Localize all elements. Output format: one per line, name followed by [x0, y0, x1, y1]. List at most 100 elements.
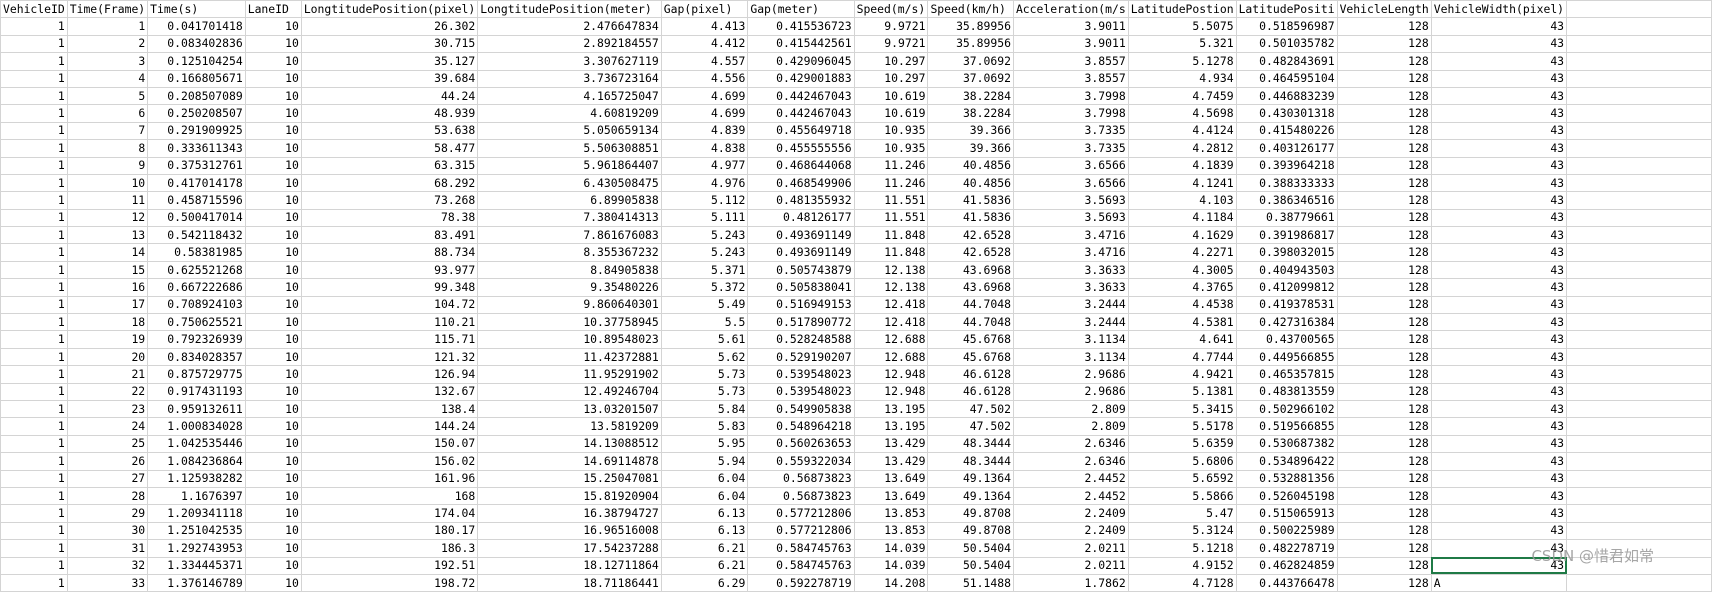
table-cell[interactable]: 12.948 — [853, 382, 929, 401]
table-cell[interactable] — [1566, 365, 1712, 384]
table-cell[interactable]: 128 — [1336, 382, 1432, 401]
table-cell[interactable]: 2.0211 — [1012, 556, 1129, 575]
table-cell[interactable]: 43 — [1430, 104, 1568, 123]
table-cell[interactable]: 0.250208507 — [147, 104, 246, 123]
table-cell[interactable]: 1 — [0, 34, 68, 54]
table-cell[interactable]: 115.71 — [300, 330, 479, 349]
table-cell[interactable]: 1 — [0, 469, 68, 488]
column-header[interactable]: Speed(km/h) — [927, 0, 1014, 19]
table-cell[interactable]: 6.430508475 — [477, 173, 662, 193]
table-cell[interactable]: 12.49246704 — [477, 382, 662, 401]
table-cell[interactable]: 128 — [1336, 313, 1432, 332]
table-cell[interactable]: 4.2271 — [1127, 243, 1237, 262]
table-cell[interactable]: 156.02 — [300, 452, 479, 471]
table-cell[interactable]: 47.502 — [927, 399, 1014, 419]
table-cell[interactable] — [1566, 17, 1712, 36]
table-cell[interactable]: 1 — [0, 573, 68, 592]
table-cell[interactable]: 128 — [1336, 521, 1432, 541]
table-cell[interactable]: 43 — [1430, 556, 1568, 575]
table-cell[interactable]: 1.125938282 — [147, 469, 246, 488]
table-cell[interactable] — [1566, 69, 1712, 88]
table-cell[interactable]: 10 — [244, 417, 302, 436]
table-cell[interactable]: 33 — [66, 573, 149, 592]
table-cell[interactable]: 5.5178 — [1127, 417, 1237, 436]
table-cell[interactable]: 8 — [66, 139, 149, 158]
table-cell[interactable]: 128 — [1336, 121, 1432, 141]
table-cell[interactable]: 1 — [0, 556, 68, 575]
column-header[interactable]: Gap(meter) — [747, 0, 855, 19]
table-cell[interactable]: 1.209341118 — [147, 504, 246, 523]
table-cell[interactable] — [1566, 278, 1712, 297]
table-cell[interactable]: 126.94 — [300, 365, 479, 384]
table-cell[interactable]: 25 — [66, 434, 149, 454]
table-cell[interactable]: 2.476647834 — [477, 17, 662, 36]
table-cell[interactable]: 5.050659134 — [477, 121, 662, 141]
table-cell[interactable]: 128 — [1336, 17, 1432, 36]
table-cell[interactable]: 10.297 — [853, 52, 929, 71]
table-cell[interactable]: 14.13088512 — [477, 434, 662, 454]
table-cell[interactable]: 43 — [1430, 330, 1568, 349]
table-cell[interactable]: 1.376146789 — [147, 573, 246, 592]
table-cell[interactable]: 10 — [244, 313, 302, 332]
table-cell[interactable]: 43 — [1430, 539, 1568, 558]
table-cell[interactable]: 10 — [244, 382, 302, 401]
table-cell[interactable]: 1 — [0, 365, 68, 384]
table-cell[interactable]: 20 — [66, 347, 149, 367]
table-cell[interactable] — [1566, 173, 1712, 193]
table-cell[interactable]: 0.398032015 — [1235, 243, 1338, 262]
table-cell[interactable]: 4.1839 — [1127, 156, 1237, 175]
table-cell[interactable]: 16.96516008 — [477, 521, 662, 541]
table-cell[interactable]: 186.3 — [300, 539, 479, 558]
table-cell[interactable]: 10 — [244, 556, 302, 575]
table-cell[interactable]: 5.243 — [660, 226, 749, 245]
table-cell[interactable]: 43 — [1430, 382, 1568, 401]
table-cell[interactable]: 26 — [66, 452, 149, 471]
table-cell[interactable]: 4.977 — [660, 156, 749, 175]
table-cell[interactable]: 0.412099812 — [1235, 278, 1338, 297]
table-cell[interactable]: 0.56873823 — [747, 486, 855, 506]
table-cell[interactable]: 5.321 — [1127, 34, 1237, 54]
table-cell[interactable]: 27 — [66, 469, 149, 488]
table-cell[interactable]: 128 — [1336, 191, 1432, 210]
table-cell[interactable]: 128 — [1336, 556, 1432, 575]
table-cell[interactable]: 2.9686 — [1012, 365, 1129, 384]
table-cell[interactable]: 44.7048 — [927, 313, 1014, 332]
table-cell[interactable]: 12.138 — [853, 260, 929, 280]
table-cell[interactable]: 78.38 — [300, 208, 479, 228]
table-cell[interactable]: 1 — [0, 521, 68, 541]
table-cell[interactable]: 1 — [0, 278, 68, 297]
column-header[interactable]: LongtitudePosition(pixel) — [300, 0, 479, 19]
table-cell[interactable]: 10 — [244, 17, 302, 36]
table-cell[interactable] — [1566, 104, 1712, 123]
table-cell[interactable]: 0.415536723 — [747, 17, 855, 36]
table-cell[interactable]: 0.539548023 — [747, 365, 855, 384]
table-cell[interactable]: 46.6128 — [927, 382, 1014, 401]
table-cell[interactable]: 73.268 — [300, 191, 479, 210]
table-cell[interactable]: 104.72 — [300, 295, 479, 315]
table-cell[interactable]: 0.43700565 — [1235, 330, 1338, 349]
table-cell[interactable]: 11 — [66, 191, 149, 210]
table-cell[interactable]: 128 — [1336, 156, 1432, 175]
table-cell[interactable]: 1 — [0, 452, 68, 471]
table-cell[interactable]: 0.482278719 — [1235, 539, 1338, 558]
table-cell[interactable]: 45.6768 — [927, 330, 1014, 349]
table-cell[interactable]: 10 — [244, 295, 302, 315]
table-cell[interactable]: 4.412 — [660, 34, 749, 54]
table-cell[interactable]: 2 — [66, 34, 149, 54]
table-cell[interactable]: 10 — [244, 260, 302, 280]
table-cell[interactable]: 49.8708 — [927, 504, 1014, 523]
table-cell[interactable]: 7.861676083 — [477, 226, 662, 245]
table-cell[interactable]: 11.42372881 — [477, 347, 662, 367]
table-cell[interactable]: 10 — [244, 486, 302, 506]
table-cell[interactable]: 7 — [66, 121, 149, 141]
table-cell[interactable]: 3.307627119 — [477, 52, 662, 71]
table-cell[interactable]: 3.7998 — [1012, 86, 1129, 106]
table-cell[interactable]: 0.458715596 — [147, 191, 246, 210]
table-cell[interactable]: 49.1364 — [927, 486, 1014, 506]
table-cell[interactable]: 41.5836 — [927, 208, 1014, 228]
table-cell[interactable]: 12.688 — [853, 330, 929, 349]
table-cell[interactable] — [1566, 469, 1712, 488]
table-cell[interactable]: 43 — [1430, 452, 1568, 471]
column-header[interactable]: LatitudePostion — [1127, 0, 1237, 19]
table-cell[interactable]: 12.418 — [853, 295, 929, 315]
